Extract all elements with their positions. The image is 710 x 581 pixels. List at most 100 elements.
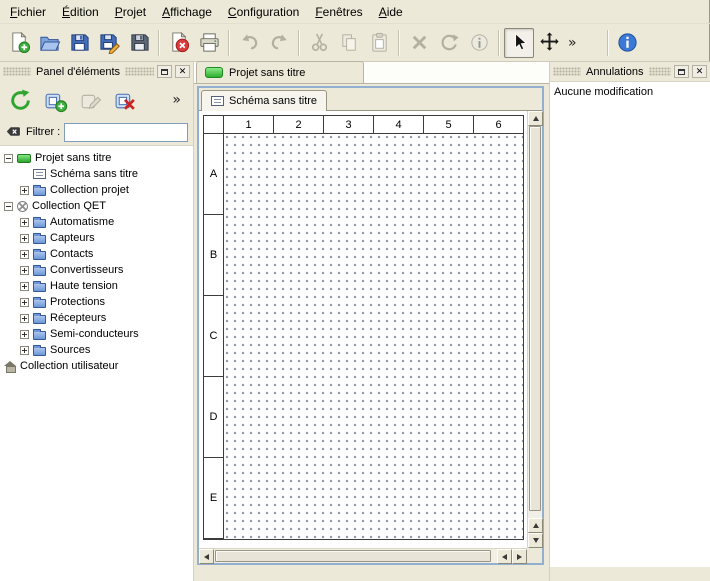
dock-float-button[interactable]	[674, 65, 689, 78]
horizontal-scrollbar-thumb[interactable]	[215, 550, 491, 562]
scroll-up-button[interactable]	[528, 111, 543, 126]
mdi-area: Projet sans titre Schéma sans titre 1234…	[194, 62, 549, 581]
new-element-icon	[43, 88, 68, 113]
project-tab[interactable]: Projet sans titre	[196, 61, 364, 83]
filter-input[interactable]	[64, 123, 188, 142]
tree-item-label: Capteurs	[50, 232, 95, 244]
dock-float-button[interactable]	[157, 65, 172, 78]
move-icon	[538, 31, 561, 54]
menu-item[interactable]: Aide	[371, 2, 411, 22]
open-project-button[interactable]	[34, 28, 64, 58]
tree-expander[interactable]	[20, 314, 29, 323]
tree-expander[interactable]	[4, 154, 13, 163]
elements-panel-titlebar[interactable]: Panel d'éléments ✕	[0, 62, 193, 81]
reload-collections-button[interactable]	[4, 84, 36, 116]
tree-expander[interactable]	[4, 202, 13, 211]
toolbar-overflow-chevron[interactable]: »	[564, 35, 581, 51]
tree-expander[interactable]	[20, 282, 29, 291]
tree-expander[interactable]	[20, 234, 29, 243]
menu-item[interactable]: Projet	[107, 2, 154, 22]
elements-panel-dock: Panel d'éléments ✕ » Filtrer :	[0, 62, 194, 581]
delete-button[interactable]	[404, 28, 434, 58]
tree-expander[interactable]	[20, 218, 29, 227]
tree-item[interactable]: Contacts	[0, 246, 193, 262]
new-element-button[interactable]	[39, 84, 71, 116]
dock-close-button[interactable]: ✕	[692, 65, 707, 78]
vertical-scrollbar-thumb[interactable]	[529, 126, 541, 511]
new-project-button[interactable]	[4, 28, 34, 58]
menu-item[interactable]: Affichage	[154, 2, 220, 22]
diagram-sheet[interactable]: 123456 ABCDE	[203, 115, 524, 540]
scroll-up-button-2[interactable]	[528, 518, 543, 533]
cut-button[interactable]	[304, 28, 334, 58]
delete-element-button[interactable]	[109, 84, 141, 116]
row-header: A	[204, 134, 224, 215]
paste-button[interactable]	[364, 28, 394, 58]
tree-item[interactable]: Projet sans titre	[0, 150, 193, 166]
redo-button[interactable]	[264, 28, 294, 58]
save-button[interactable]	[64, 28, 94, 58]
tree-item[interactable]: Collection projet	[0, 182, 193, 198]
save-all-icon	[128, 31, 151, 54]
tree-item[interactable]: Capteurs	[0, 230, 193, 246]
scroll-down-button[interactable]	[528, 533, 543, 548]
diagram-view[interactable]: 123456 ABCDE	[199, 111, 527, 548]
tree-expander[interactable]	[20, 298, 29, 307]
dock-drag-handle[interactable]	[553, 67, 581, 76]
toolbar-separator	[228, 30, 230, 56]
element-info-button[interactable]	[464, 28, 494, 58]
rotate-button[interactable]	[434, 28, 464, 58]
element-tree: Projet sans titre Schéma sans titre Coll…	[0, 145, 193, 581]
undo-list[interactable]: Aucune modification	[550, 81, 710, 567]
menu-item[interactable]: Configuration	[220, 2, 307, 22]
diagram-row-headers: ABCDE	[204, 134, 224, 539]
dock-drag-handle[interactable]	[3, 67, 31, 76]
tree-item[interactable]: Haute tension	[0, 278, 193, 294]
tree-expander[interactable]	[20, 346, 29, 355]
tree-expander[interactable]	[20, 186, 29, 195]
tree-item[interactable]: Semi-conducteurs	[0, 326, 193, 342]
dock-drag-handle[interactable]	[649, 67, 672, 76]
horizontal-scrollbar[interactable]	[199, 548, 527, 563]
dock-close-button[interactable]: ✕	[175, 65, 190, 78]
tree-item[interactable]: Collection utilisateur	[0, 358, 193, 374]
undo-dock-titlebar[interactable]: Annulations ✕	[550, 62, 710, 81]
column-header: 6	[474, 116, 523, 134]
scroll-right-button[interactable]	[512, 549, 527, 564]
undo-button[interactable]	[234, 28, 264, 58]
diagram-grid[interactable]	[224, 134, 523, 539]
tree-item[interactable]: Récepteurs	[0, 310, 193, 326]
tree-item[interactable]: Collection QET	[0, 198, 193, 214]
pan-mode-button[interactable]	[534, 28, 564, 58]
tree-item[interactable]: Protections	[0, 294, 193, 310]
tree-item-label: Contacts	[50, 248, 93, 260]
dock-toolbar-overflow-chevron[interactable]: »	[168, 92, 185, 108]
select-mode-button[interactable]	[504, 28, 534, 58]
clear-filter-icon[interactable]	[5, 124, 22, 141]
edit-element-button[interactable]	[74, 84, 106, 116]
tree-item[interactable]: Convertisseurs	[0, 262, 193, 278]
dock-drag-handle[interactable]	[125, 67, 154, 76]
copy-button[interactable]	[334, 28, 364, 58]
menu-item[interactable]: Fichier	[2, 2, 54, 22]
close-file-button[interactable]	[164, 28, 194, 58]
tree-item[interactable]: Sources	[0, 342, 193, 358]
save-all-button[interactable]	[124, 28, 154, 58]
save-as-button[interactable]	[94, 28, 124, 58]
tree-expander[interactable]	[20, 266, 29, 275]
about-button[interactable]	[613, 28, 643, 58]
tree-expander[interactable]	[20, 330, 29, 339]
tree-expander[interactable]	[20, 250, 29, 259]
menu-item[interactable]: Fenêtres	[307, 2, 370, 22]
menu-item[interactable]: Édition	[54, 2, 107, 22]
tree-item-icon	[33, 187, 46, 196]
vertical-scrollbar[interactable]	[527, 111, 542, 548]
tree-item[interactable]: Automatisme	[0, 214, 193, 230]
scroll-left-button[interactable]	[199, 549, 214, 564]
scroll-left-button-2[interactable]	[497, 549, 512, 564]
print-button[interactable]	[194, 28, 224, 58]
tree-item[interactable]: Schéma sans titre	[0, 166, 193, 182]
schema-tabbar: Schéma sans titre	[199, 88, 542, 111]
schema-tab[interactable]: Schéma sans titre	[201, 90, 327, 111]
tree-item-label: Schéma sans titre	[50, 168, 138, 180]
